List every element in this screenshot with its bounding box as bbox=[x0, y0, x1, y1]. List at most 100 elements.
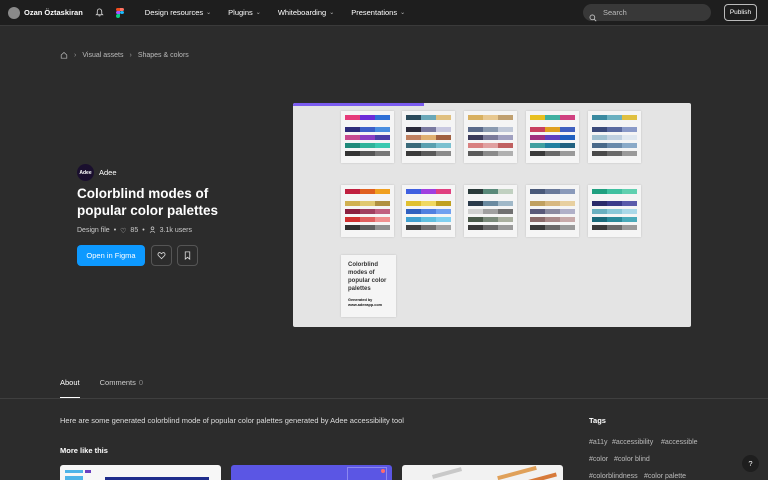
color-swatch bbox=[498, 115, 513, 120]
palette-row bbox=[468, 209, 513, 214]
color-swatch bbox=[622, 115, 637, 120]
related-file-thumbnail[interactable] bbox=[60, 465, 221, 480]
bell-icon[interactable] bbox=[95, 8, 104, 17]
color-swatch bbox=[560, 225, 575, 230]
search-input[interactable] bbox=[603, 8, 703, 17]
tab-about[interactable]: About bbox=[60, 378, 80, 398]
palette-row bbox=[345, 135, 390, 140]
color-swatch bbox=[345, 127, 360, 132]
divider bbox=[0, 398, 768, 399]
creator[interactable]: Adee Adee bbox=[77, 164, 117, 181]
color-swatch bbox=[345, 189, 360, 194]
nav-plugins[interactable]: Plugins ⌄ bbox=[228, 8, 261, 17]
color-swatch bbox=[607, 189, 622, 194]
main-nav: Design resources ⌄ Plugins ⌄ Whiteboarding… bbox=[145, 8, 422, 17]
palette-card bbox=[341, 185, 394, 237]
color-swatch bbox=[545, 225, 560, 230]
breadcrumb-shapes-colors[interactable]: Shapes & colors bbox=[138, 52, 189, 59]
nav-presentations[interactable]: Presentations ⌄ bbox=[351, 8, 405, 17]
color-swatch bbox=[607, 151, 622, 156]
related-file-thumbnail[interactable] bbox=[231, 465, 392, 480]
palette-row bbox=[592, 217, 637, 222]
file-meta: Design file • ♡ 85 • 3.1k users bbox=[77, 226, 192, 235]
color-swatch bbox=[406, 189, 421, 194]
color-swatch bbox=[622, 209, 637, 214]
color-swatch bbox=[468, 189, 483, 194]
color-swatch bbox=[530, 127, 545, 132]
palette-row bbox=[592, 201, 637, 206]
color-swatch bbox=[360, 127, 375, 132]
bookmark-button[interactable] bbox=[177, 245, 198, 266]
tag-a11y[interactable]: #a11y bbox=[589, 439, 608, 446]
color-swatch bbox=[530, 143, 545, 148]
search-box[interactable] bbox=[583, 4, 711, 21]
file-preview[interactable]: Colorblind modes of popular color palett… bbox=[293, 103, 691, 327]
tab-comments[interactable]: Comments 0 bbox=[100, 378, 143, 398]
tag-color-blind[interactable]: #color blind bbox=[614, 456, 650, 463]
color-swatch bbox=[560, 127, 575, 132]
tag-color-palette[interactable]: #color palette bbox=[644, 473, 686, 480]
palette-row bbox=[406, 143, 451, 148]
color-swatch bbox=[421, 135, 436, 140]
users-count: 3.1k users bbox=[159, 227, 192, 234]
nav-design-resources[interactable]: Design resources ⌄ bbox=[145, 8, 211, 17]
color-swatch bbox=[436, 225, 451, 230]
tag-colorblindness[interactable]: #colorblindness bbox=[589, 473, 638, 480]
creator-avatar: Adee bbox=[77, 164, 94, 181]
more-like-this-heading: More like this bbox=[60, 446, 108, 455]
palette-row bbox=[592, 189, 637, 194]
tag-accessibility[interactable]: #accessibility bbox=[612, 439, 653, 446]
palette-row bbox=[345, 151, 390, 156]
color-swatch bbox=[545, 151, 560, 156]
color-swatch bbox=[375, 115, 390, 120]
color-swatch bbox=[607, 201, 622, 206]
color-swatch bbox=[483, 115, 498, 120]
breadcrumb-separator: › bbox=[129, 51, 132, 59]
help-button[interactable]: ? bbox=[742, 455, 759, 472]
color-swatch bbox=[592, 201, 607, 206]
color-swatch bbox=[622, 135, 637, 140]
preview-progress-bar bbox=[293, 103, 425, 106]
figma-logo-icon[interactable] bbox=[115, 7, 124, 18]
color-swatch bbox=[345, 115, 360, 120]
nav-label: Plugins bbox=[228, 8, 253, 17]
color-swatch bbox=[622, 127, 637, 132]
color-swatch bbox=[592, 225, 607, 230]
color-swatch bbox=[375, 201, 390, 206]
color-swatch bbox=[592, 115, 607, 120]
color-swatch bbox=[607, 135, 622, 140]
open-in-figma-button[interactable]: Open in Figma bbox=[77, 245, 145, 266]
color-swatch bbox=[560, 201, 575, 206]
palette-card bbox=[341, 111, 394, 163]
color-swatch bbox=[360, 135, 375, 140]
color-swatch bbox=[560, 209, 575, 214]
avatar[interactable] bbox=[8, 6, 20, 19]
color-swatch bbox=[468, 115, 483, 120]
comment-count: 0 bbox=[138, 378, 144, 387]
username[interactable]: Ozan Öztaskiran bbox=[24, 8, 83, 17]
palette-row bbox=[345, 115, 390, 120]
preview-text-card: Colorblind modes of popular color palett… bbox=[341, 255, 396, 317]
home-icon[interactable] bbox=[60, 51, 68, 59]
color-swatch bbox=[592, 189, 607, 194]
tag-color[interactable]: #color bbox=[589, 456, 608, 463]
color-swatch bbox=[436, 143, 451, 148]
preview-card-subtitle: Generated by www.adeeapp.com bbox=[348, 298, 383, 307]
color-swatch bbox=[483, 143, 498, 148]
nav-whiteboarding[interactable]: Whiteboarding ⌄ bbox=[278, 8, 334, 17]
related-file-thumbnail[interactable] bbox=[402, 465, 563, 480]
tag-accessible[interactable]: #accessible bbox=[661, 439, 698, 446]
chevron-down-icon: ⌄ bbox=[400, 10, 406, 16]
color-swatch bbox=[483, 225, 498, 230]
color-swatch bbox=[421, 151, 436, 156]
palette-row bbox=[592, 135, 637, 140]
color-swatch bbox=[560, 189, 575, 194]
palette-row bbox=[592, 127, 637, 132]
color-swatch bbox=[421, 115, 436, 120]
publish-button[interactable]: Publish bbox=[724, 4, 757, 21]
breadcrumb-visual-assets[interactable]: Visual assets bbox=[82, 52, 123, 59]
color-swatch bbox=[406, 115, 421, 120]
like-button[interactable] bbox=[151, 245, 172, 266]
palette-row bbox=[406, 151, 451, 156]
file-type: Design file bbox=[77, 227, 110, 234]
